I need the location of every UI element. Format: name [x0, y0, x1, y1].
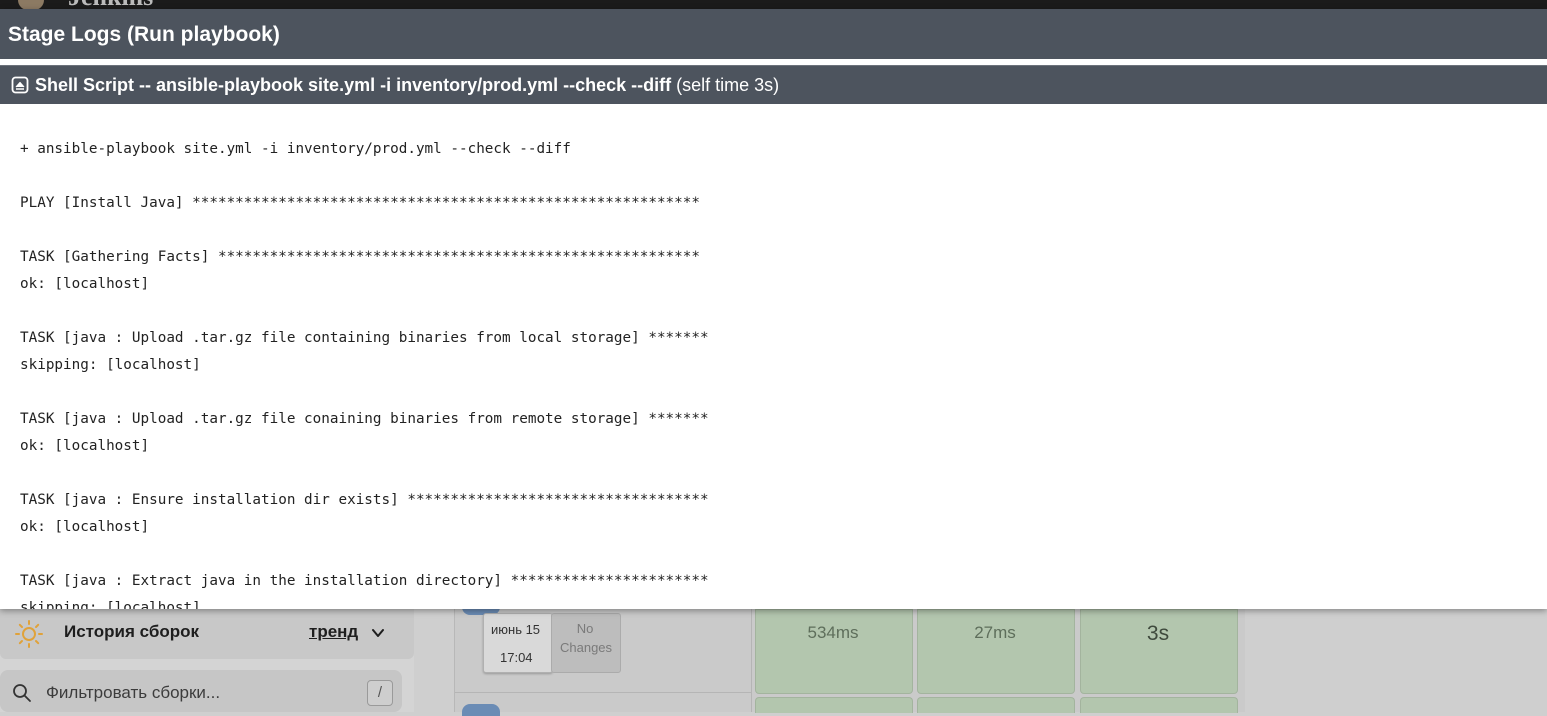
console-log-area[interactable]: + ansible-playbook site.yml -i inventory… — [0, 104, 1547, 609]
stage-cell[interactable] — [917, 609, 1075, 694]
changes-label: No Changes — [560, 621, 613, 655]
stage-cell[interactable] — [917, 697, 1075, 713]
log-line: + ansible-playbook site.yml -i inventory… — [20, 141, 571, 157]
step-self-time: (self time 3s) — [676, 75, 780, 95]
modal-title: Stage Logs (Run playbook) — [8, 23, 280, 46]
stage-duration: 534ms — [807, 623, 859, 642]
build-date: июнь 15 — [491, 622, 541, 637]
build-history-title: История сборок — [64, 622, 200, 641]
stage-duration: 3s — [1146, 622, 1170, 645]
step-title[interactable]: Shell Script -- ansible-playbook site.ym… — [35, 75, 779, 96]
chevron-down-icon[interactable] — [370, 625, 386, 641]
log-line: ok: [localhost] — [20, 276, 150, 292]
log-line: TASK [Gathering Facts] *****************… — [20, 249, 700, 265]
stage-cell[interactable] — [755, 697, 913, 713]
stage-cell[interactable] — [1080, 697, 1238, 713]
log-line: TASK [java : Upload .tar.gz file conaini… — [20, 411, 709, 427]
log-line: ok: [localhost] — [20, 519, 150, 535]
collapse-icon[interactable] — [11, 76, 29, 94]
log-line: TASK [java : Extract java in the install… — [20, 573, 709, 589]
console-log-text: + ansible-playbook site.yml -i inventory… — [20, 136, 709, 609]
log-line: ok: [localhost] — [20, 438, 150, 454]
build-time: 17:04 — [500, 650, 533, 665]
log-line: TASK [java : Upload .tar.gz file contain… — [20, 330, 709, 346]
log-line: PLAY [Install Java] ********************… — [20, 195, 700, 211]
log-line: skipping: [localhost] — [20, 357, 201, 373]
stage-duration: 27ms — [974, 623, 1016, 642]
build-number-badge[interactable] — [462, 704, 500, 716]
stage-cell[interactable] — [755, 609, 913, 694]
step-label: Shell Script -- ansible-playbook site.ym… — [35, 75, 672, 95]
log-line: TASK [java : Ensure installation dir exi… — [20, 492, 709, 508]
log-line: skipping: [localhost] — [20, 600, 201, 609]
build-filter-input[interactable] — [46, 682, 346, 704]
modal-header: Stage Logs (Run playbook) — [0, 9, 1547, 59]
stage-logs-modal: Stage Logs (Run playbook) Shell Script -… — [0, 9, 1547, 609]
grid-divider — [751, 600, 752, 712]
weather-sun-icon — [15, 620, 43, 648]
search-icon — [13, 684, 31, 702]
grid-divider — [455, 692, 751, 693]
trend-link[interactable]: тренд — [309, 622, 358, 642]
filter-shortcut-key: / — [367, 680, 393, 706]
